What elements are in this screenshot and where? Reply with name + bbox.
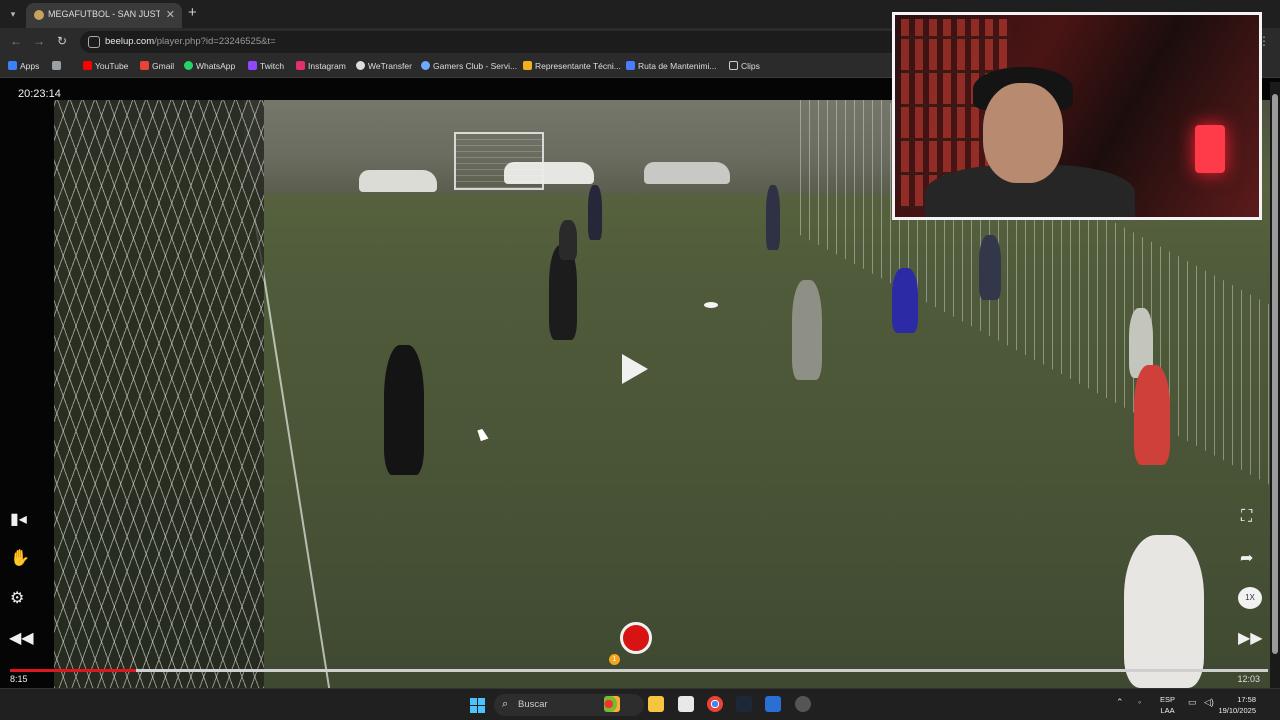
bookmark-clips[interactable]: Clips [729,61,760,74]
docs-icon [626,61,635,70]
wetransfer-icon [356,61,365,70]
bookmark-youtube[interactable]: YouTube [83,61,128,74]
bookmark-gmail[interactable]: Gmail [140,61,174,74]
bookmark-ruta[interactable]: Ruta de Mantenimi... [626,61,716,74]
url-text: beelup.com/player.php?id=23246525&t= [105,36,276,47]
record-button[interactable] [620,622,652,654]
steam-icon[interactable] [736,696,752,712]
bookmark-apps[interactable]: Apps [8,61,39,74]
bookmark-twitch[interactable]: Twitch [248,61,284,74]
widgets-icon[interactable] [604,696,620,712]
scrollbar-thumb[interactable] [1272,94,1278,654]
share-arrow-icon[interactable]: ➦ [1240,548,1253,568]
streamer-webcam [892,12,1262,220]
new-tab-button[interactable]: + [188,4,197,21]
address-bar[interactable]: beelup.com/player.php?id=23246525&t= [80,31,900,53]
total-time: 12:03 [1237,674,1260,684]
left-fence [54,100,264,688]
progress-track[interactable] [10,669,1268,672]
gmail-icon [140,61,149,70]
fullscreen-icon[interactable]: ⛶ [1241,508,1252,526]
apps-grid-icon [8,61,17,70]
grid-icon [52,61,61,70]
back-arrow-icon[interactable]: ← [10,34,22,48]
webcam-lamp [1195,125,1225,173]
speed-button[interactable]: 1X [1238,587,1262,609]
bookmark-grid[interactable] [52,61,64,74]
goal [454,132,544,190]
bookmark-instagram[interactable]: Instagram [296,61,346,74]
settings-gear-icon[interactable]: ⚙ [10,588,24,608]
rewind-icon[interactable]: ◀◀ [9,628,34,648]
start-windows-icon[interactable] [470,698,485,713]
volume-icon[interactable]: ◁) [1204,697,1214,708]
language-indicator[interactable]: ESP LAA [1160,694,1175,716]
whatsapp-icon [184,61,193,70]
player [559,220,577,260]
bookmark-wetransfer[interactable]: WeTransfer [356,61,412,74]
play-button[interactable] [622,354,648,384]
obs-icon[interactable] [795,696,811,712]
windows-taskbar: ⌕ Buscar ⌃ ◦ ESP LAA ▭ ◁) 17:58 19/10/20… [0,688,1280,720]
gamers-club-icon [421,61,430,70]
search-icon: ⌕ [502,698,509,710]
player [792,280,822,380]
player [588,185,602,240]
chrome-icon[interactable] [707,696,723,712]
taskbar-search[interactable]: ⌕ Buscar [494,694,644,716]
tab-search-icon[interactable]: ▾ [4,5,22,23]
reload-icon[interactable]: ↻ [57,34,67,48]
car [644,162,730,184]
network-icon[interactable]: ▭ [1188,697,1197,708]
taskbar-clock[interactable]: 17:58 19/10/2025 [1218,694,1256,716]
tray-chevron-icon[interactable]: ⌃ [1116,697,1124,708]
page-scrollbar[interactable] [1270,82,1280,688]
tab-close-icon[interactable]: ✕ [166,8,175,21]
sideline [254,219,332,688]
site-favicon-icon [34,10,44,20]
taskbar-search-placeholder: Buscar [518,699,548,710]
tab-active[interactable]: MEGAFUTBOL - SAN JUSTO / F ✕ [26,3,182,28]
event-marker[interactable]: 1 [609,654,620,665]
webcam-person-face [983,83,1063,183]
twitch-icon [248,61,257,70]
car [359,170,437,192]
player [979,235,1001,300]
bookmark-representante[interactable]: Representante Técni... [523,61,621,74]
progress-fill [10,669,136,672]
forward-arrow-icon[interactable]: → [33,34,45,48]
camera-icon[interactable]: ▮◂ [10,509,27,529]
fast-forward-icon[interactable]: ▶▶ [1238,628,1263,648]
ball [704,302,718,308]
bookmark-gamers-club[interactable]: Gamers Club - Servi... [421,61,517,74]
current-time: 8:15 [10,674,28,684]
store-icon[interactable] [678,696,694,712]
app-icon[interactable] [765,696,781,712]
file-explorer-icon[interactable] [648,696,664,712]
youtube-icon [83,61,92,70]
mic-icon[interactable]: ◦ [1138,697,1141,707]
player [766,185,780,250]
player [1124,535,1204,688]
representante-icon [523,61,532,70]
tab-title: MEGAFUTBOL - SAN JUSTO / F [48,9,160,19]
screen: ▾ MEGAFUTBOL - SAN JUSTO / F ✕ + ← → ↻ b… [0,0,1280,720]
player [892,268,918,333]
player [384,345,424,475]
player [1134,365,1170,465]
recording-clock: 20:23:14 [18,88,61,100]
site-info-icon[interactable] [88,36,100,48]
hand-icon[interactable]: ✋ [10,548,30,568]
instagram-icon [296,61,305,70]
folder-icon [729,61,738,70]
bookmark-whatsapp[interactable]: WhatsApp [184,61,235,74]
